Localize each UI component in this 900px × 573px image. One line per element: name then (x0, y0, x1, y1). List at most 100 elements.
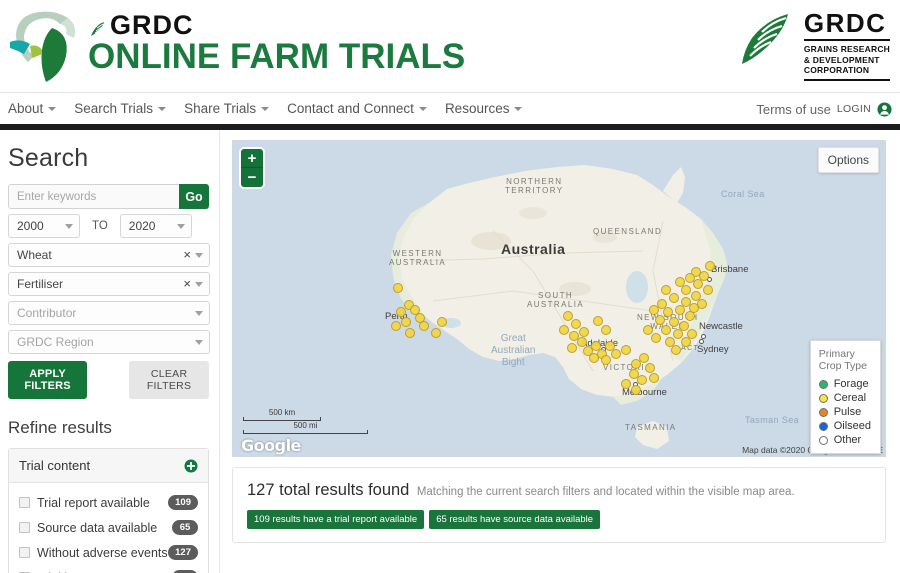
trial-marker[interactable] (663, 307, 673, 317)
clear-icon[interactable]: × (183, 277, 191, 291)
filter-option-without-adverse-events[interactable]: Without adverse events 127 (19, 540, 198, 565)
checkbox[interactable] (19, 497, 30, 508)
legend-item-oilseed[interactable]: Oilseed (818, 420, 871, 432)
filter-option-trial-report[interactable]: Trial report available 109 (19, 490, 198, 515)
trial-marker[interactable] (396, 307, 406, 317)
trial-marker[interactable] (649, 305, 659, 315)
search-sidebar: Search Go 2000 TO 2020 Wheat × Fertilise… (0, 130, 220, 573)
trial-marker[interactable] (393, 283, 403, 293)
results-tag-trial-report[interactable]: 109 results have a trial report availabl… (247, 510, 425, 529)
trial-marker[interactable] (655, 315, 665, 325)
trial-marker[interactable] (419, 321, 429, 331)
trial-marker[interactable] (685, 273, 695, 283)
trial-marker[interactable] (705, 261, 715, 271)
trial-marker[interactable] (639, 353, 649, 363)
corp-sub-2: & DEVELOPMENT (803, 54, 880, 65)
trial-marker[interactable] (579, 327, 589, 337)
trial-marker[interactable] (631, 385, 641, 395)
trial-marker[interactable] (661, 285, 671, 295)
plus-circle-icon[interactable] (184, 459, 198, 473)
grdc-region-select[interactable]: GRDC Region (8, 330, 210, 354)
trial-marker[interactable] (645, 363, 655, 373)
trial-marker[interactable] (643, 325, 653, 335)
nav-label: About (8, 101, 44, 116)
brand-logo[interactable]: GRDC ONLINE FARM TRIALS (8, 4, 465, 84)
trial-marker[interactable] (431, 328, 441, 338)
nav-item-share-trials[interactable]: Share Trials (184, 101, 279, 116)
filter-option-trial-in-progress[interactable]: Trial in progress ≤0 (19, 565, 198, 573)
checkbox[interactable] (19, 522, 30, 533)
nav-item-contact-and-connect[interactable]: Contact and Connect (287, 101, 437, 116)
trial-marker[interactable] (567, 343, 577, 353)
map-options-button[interactable]: Options (817, 147, 879, 173)
trial-content-panel: Trial content Trial report available 109 (8, 448, 209, 573)
chevron-down-icon (514, 106, 523, 111)
trial-marker[interactable] (681, 285, 691, 295)
filter-actions: APPLY FILTERS CLEAR FILTERS (8, 361, 209, 399)
year-from-select[interactable]: 2000 (8, 214, 80, 238)
contributor-select[interactable]: Contributor (8, 301, 210, 325)
scale-mi-label: 500 mi (293, 421, 318, 430)
trial-marker[interactable] (593, 316, 603, 326)
trial-marker[interactable] (601, 355, 611, 365)
trial-marker[interactable] (621, 379, 631, 389)
filter-option-source-data[interactable]: Source data available 65 (19, 515, 198, 540)
legend-item-forage[interactable]: Forage (818, 378, 871, 390)
legend-item-other[interactable]: Other (818, 434, 871, 446)
trial-marker[interactable] (687, 329, 697, 339)
nav-item-resources[interactable]: Resources (445, 101, 533, 116)
trial-marker[interactable] (675, 277, 685, 287)
trial-marker[interactable] (697, 299, 707, 309)
trial-marker[interactable] (559, 325, 569, 335)
nav-item-search-trials[interactable]: Search Trials (74, 101, 176, 116)
trial-marker[interactable] (405, 328, 415, 338)
chevron-down-icon (195, 340, 203, 345)
trial-marker[interactable] (621, 345, 631, 355)
trials-map[interactable]: + − Options NORTHERN TERRITORY QUEENSLAND… (232, 140, 886, 457)
search-input[interactable] (8, 184, 179, 209)
zoom-in-button[interactable]: + (241, 149, 263, 168)
clear-icon[interactable]: × (183, 248, 191, 262)
trial-marker[interactable] (661, 325, 671, 335)
zoom-out-button[interactable]: − (241, 168, 263, 187)
clear-filters-button[interactable]: CLEAR FILTERS (129, 361, 209, 399)
grdc-corporate-logo[interactable]: GRDC GRAINS RESEARCH & DEVELOPMENT CORPO… (736, 8, 890, 84)
legend-label: Pulse (833, 406, 862, 418)
map-zoom-controls[interactable]: + − (241, 149, 263, 187)
crop-type-select[interactable]: Wheat × (8, 243, 210, 267)
trial-marker[interactable] (671, 345, 681, 355)
legend-label: Oilseed (833, 420, 871, 432)
trial-marker[interactable] (649, 373, 659, 383)
grdc-region-value: GRDC Region (17, 335, 94, 349)
trial-marker[interactable] (703, 285, 713, 295)
trial-marker[interactable] (401, 317, 411, 327)
trial-marker[interactable] (651, 333, 661, 343)
nav-item-about[interactable]: About (8, 101, 66, 116)
trial-marker[interactable] (611, 349, 621, 359)
trial-marker[interactable] (437, 317, 447, 327)
trial-marker[interactable] (589, 353, 599, 363)
count-badge: 109 (168, 495, 198, 510)
treatment-select[interactable]: Fertiliser × (8, 272, 210, 296)
legend-color-swatch (818, 379, 828, 389)
results-tag-source-data[interactable]: 65 results have source data available (429, 510, 601, 529)
login-link[interactable]: LOGIN (837, 103, 871, 115)
main-panel: + − Options NORTHERN TERRITORY QUEENSLAND… (220, 130, 900, 573)
trial-marker[interactable] (669, 317, 679, 327)
legend-item-pulse[interactable]: Pulse (818, 406, 871, 418)
legend-item-cereal[interactable]: Cereal (818, 392, 871, 404)
year-to-select[interactable]: 2020 (119, 214, 192, 238)
go-button[interactable]: Go (179, 184, 209, 209)
scale-km-label: 500 km (268, 408, 296, 417)
trial-marker[interactable] (391, 321, 401, 331)
nav-label: Resources (444, 101, 510, 116)
chevron-down-icon (261, 106, 270, 111)
terms-of-use-link[interactable]: Terms of use (756, 102, 830, 117)
trial-marker[interactable] (601, 325, 611, 335)
trial-marker[interactable] (669, 293, 679, 303)
trial-content-panel-header[interactable]: Trial content (9, 449, 208, 483)
trial-marker[interactable] (637, 375, 647, 385)
user-account-icon[interactable] (877, 101, 892, 117)
apply-filters-button[interactable]: APPLY FILTERS (8, 361, 88, 399)
checkbox[interactable] (19, 547, 30, 558)
